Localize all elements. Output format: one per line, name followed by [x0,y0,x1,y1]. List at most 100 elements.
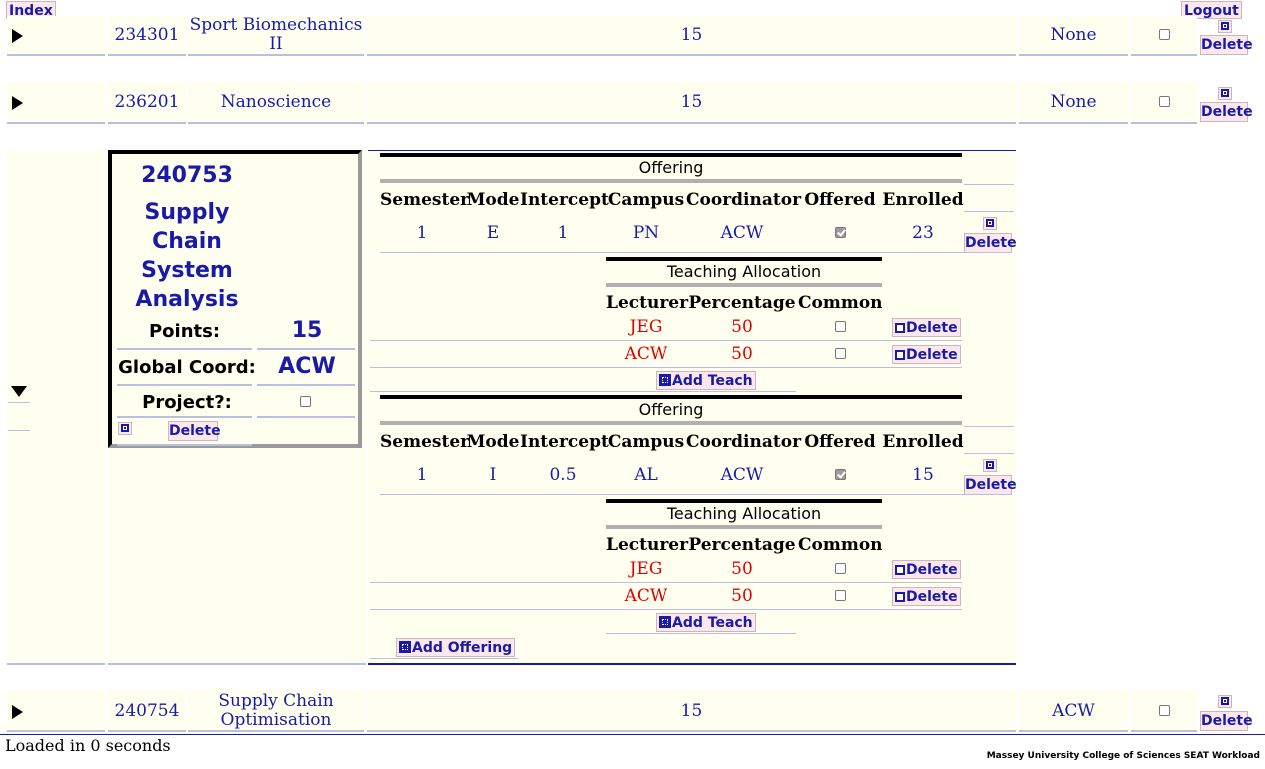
course-points: 15 [680,25,703,45]
square-icon [895,350,905,360]
collapse-icon[interactable] [1218,87,1232,100]
col-mode: Mode [466,432,520,452]
square-icon [895,565,905,575]
offering-enrolled: 23 [912,223,934,243]
collapse-arrow-icon[interactable] [11,386,27,397]
course-title: Sport Biomechanics II [189,15,363,54]
offering-mode: E [486,223,500,243]
common-checkbox[interactable] [835,563,846,574]
square-icon [895,323,905,333]
course-points: 15 [680,701,703,721]
offering-mode: I [489,465,497,485]
row-checkbox[interactable] [1159,705,1170,716]
offering-campus: AL [634,465,658,485]
offered-checkbox[interactable] [835,227,846,238]
expand-arrow-icon[interactable] [12,29,23,43]
load-status: Loaded in 0 seconds [5,736,171,755]
add-teach-label: Add Teach [672,373,753,389]
points-value: 15 [291,318,323,343]
col-campus: Campus [607,190,685,210]
lecturer: ACW [624,586,668,606]
offering-semester: 1 [416,223,428,243]
add-teach-label: Add Teach [672,615,753,631]
col-enrolled: Enrolled [882,432,964,452]
course-coordinator: None [1050,25,1097,45]
offering-semester: 1 [416,465,428,485]
collapse-icon[interactable] [1218,20,1232,33]
teaching-title: Teaching Allocation [606,257,882,287]
card-course-code: 240753 [141,163,233,188]
teaching-title: Teaching Allocation [606,499,882,529]
col-coordinator: Coordinator [686,432,802,452]
lecturer: ACW [624,344,668,364]
col-percentage: Percentage [688,293,796,313]
delete-label: Delete [906,347,958,363]
delete-button[interactable]: Delete [1200,102,1253,122]
global-coord-label: Global Coord: [118,357,256,378]
row-checkbox[interactable] [1159,96,1170,107]
add-icon [399,641,411,653]
delete-offering-button[interactable]: Delete [964,475,1017,495]
col-semester: Semester [380,190,470,210]
offering-intercept: 1 [557,223,569,243]
collapse-icon[interactable] [118,422,132,435]
footer-credit: Massey University College of Sciences SE… [986,751,1260,761]
col-semester: Semester [380,432,470,452]
add-icon [659,616,671,628]
offering-enrolled: 15 [912,465,934,485]
lecturer: JEG [629,559,663,579]
offering-title: Offering [380,153,962,183]
delete-button[interactable]: Delete [1200,711,1253,731]
col-intercept: Intercept [520,190,609,210]
course-title: Nanoscience [220,92,332,112]
points-label: Points: [148,321,221,342]
course-code: 240754 [114,701,180,721]
delete-offering-button[interactable]: Delete [964,233,1017,253]
offering-coordinator: ACW [720,223,764,243]
common-checkbox[interactable] [835,348,846,359]
course-card: 240753 Supply Chain System Analysis Poin… [108,150,362,448]
common-checkbox[interactable] [835,321,846,332]
delete-teach-button[interactable]: Delete [892,345,961,364]
delete-course-button[interactable]: Delete [168,421,221,441]
row-checkbox[interactable] [1159,29,1170,40]
card-course-title: Supply Chain System Analysis [135,200,239,312]
course-points: 15 [680,92,703,112]
expand-arrow-icon[interactable] [12,96,23,110]
delete-teach-button[interactable]: Delete [892,318,961,337]
project-checkbox[interactable] [300,396,311,407]
collapse-icon[interactable] [1218,695,1232,708]
delete-label: Delete [906,589,958,605]
add-offering-button[interactable]: Add Offering [396,638,516,657]
col-common: Common [798,535,883,555]
course-code: 234301 [114,25,180,45]
col-lecturer: Lecturer [606,535,689,555]
add-teach-button[interactable]: Add Teach [656,371,756,390]
course-title: Supply Chain Optimisation [218,691,334,730]
offered-checkbox[interactable] [835,469,846,480]
col-common: Common [798,293,883,313]
delete-teach-button[interactable]: Delete [892,560,961,579]
offering-title: Offering [380,395,962,425]
col-offered: Offered [804,432,876,452]
common-checkbox[interactable] [835,590,846,601]
collapse-icon[interactable] [983,459,997,472]
project-label: Project?: [142,392,232,413]
delete-label: Delete [906,320,958,336]
collapse-icon[interactable] [983,217,997,230]
square-icon [895,592,905,602]
delete-teach-button[interactable]: Delete [892,587,961,606]
add-offering-label: Add Offering [412,640,513,656]
add-teach-button[interactable]: Add Teach [656,613,756,632]
offering-coordinator: ACW [720,465,764,485]
col-lecturer: Lecturer [606,293,689,313]
col-offered: Offered [804,190,876,210]
global-coord-value: ACW [278,354,336,379]
col-coordinator: Coordinator [686,190,802,210]
col-mode: Mode [466,190,520,210]
col-enrolled: Enrolled [882,190,964,210]
delete-button[interactable]: Delete [1200,35,1253,55]
offering-intercept: 0.5 [549,465,577,485]
course-coordinator: ACW [1052,701,1095,721]
expand-arrow-icon[interactable] [12,705,23,719]
